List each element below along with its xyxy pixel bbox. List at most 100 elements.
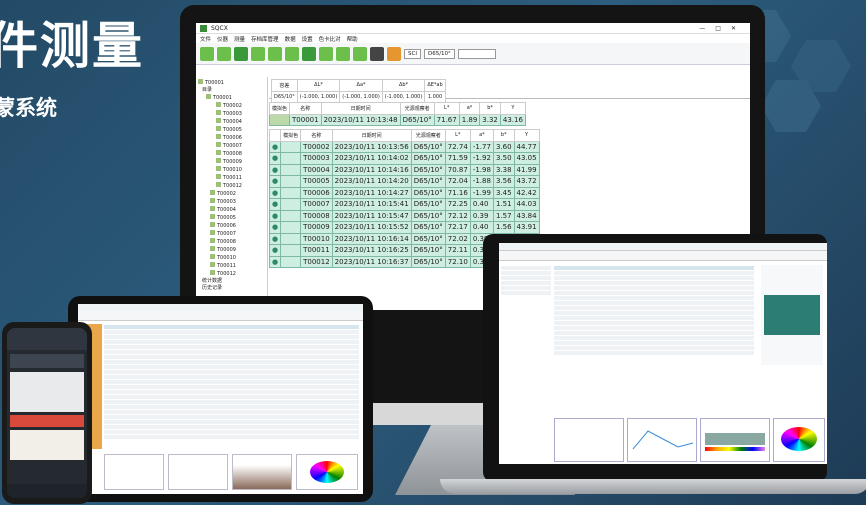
tree-item-label: T00007	[223, 143, 242, 149]
tablet-screen	[78, 304, 363, 494]
gradient-bar	[705, 433, 765, 445]
menu-archive[interactable]: 存档库管理	[251, 35, 279, 43]
tree-item[interactable]: T00002	[198, 102, 265, 110]
tree-item[interactable]: T00007	[198, 230, 265, 238]
row-status-icon: ●	[268, 186, 282, 199]
open-file-icon[interactable]	[217, 46, 231, 61]
menu-settings[interactable]: 设置	[302, 35, 313, 43]
tree-item[interactable]: T00001	[198, 94, 265, 102]
cell-Y: 43.72	[513, 175, 540, 188]
tree-item[interactable]: T00008	[198, 150, 265, 158]
tree-item[interactable]: T00003	[198, 110, 265, 118]
tree-item[interactable]: T00010	[198, 166, 265, 174]
cell-b: 3.56	[492, 175, 515, 188]
swatch-icon	[210, 198, 215, 203]
tree-item[interactable]: T00005	[198, 214, 265, 222]
print-icon[interactable]	[251, 46, 265, 61]
table-row[interactable]: ● T00004 2023/10/11 10:14:16 D65/10° 70.87 -1…	[268, 163, 540, 176]
swatch-icon	[216, 158, 221, 163]
cell-datetime: 2023/10/11 10:16:37	[331, 255, 412, 268]
chart-icon[interactable]	[353, 46, 367, 61]
tree-item[interactable]: T00002	[198, 190, 265, 198]
print-preview-icon[interactable]	[268, 46, 282, 61]
menu-file[interactable]: 文件	[200, 35, 211, 43]
rainbow-bar	[705, 447, 765, 451]
mode-select[interactable]: SCI	[404, 48, 421, 59]
save-icon[interactable]	[234, 46, 248, 61]
measure-icon[interactable]	[302, 46, 316, 61]
tree-item[interactable]: T00001	[198, 79, 265, 87]
cell-a: -1.98	[469, 163, 494, 176]
swatch-icon	[216, 110, 221, 115]
tree-item[interactable]: T00004	[198, 118, 265, 126]
laptop-screen	[499, 243, 827, 464]
row-status-icon: ●	[268, 140, 282, 153]
color-palette-icon[interactable]	[387, 46, 401, 61]
col-header: b*	[492, 129, 515, 142]
menu-instrument[interactable]: 仪器	[217, 35, 228, 43]
tree-item[interactable]: T00012	[198, 270, 265, 278]
table-row[interactable]: ● T00009 2023/10/11 10:15:52 D65/10° 72.17 0.…	[268, 221, 540, 234]
menu-measure[interactable]: 测量	[234, 35, 245, 43]
tablet-chart-ab	[104, 454, 164, 490]
cell-L: 72.04	[444, 175, 471, 188]
tree-item-label: T00010	[217, 255, 236, 261]
tree-item[interactable]: T00009	[198, 246, 265, 254]
cell-a: -1.92	[469, 152, 494, 165]
tablet-toolbar	[78, 311, 363, 321]
tree-item[interactable]: T00007	[198, 142, 265, 150]
cell-illum: D65/10°	[410, 255, 446, 268]
menu-color-compare[interactable]: 色卡比对	[319, 35, 341, 43]
new-file-icon[interactable]	[200, 46, 214, 61]
col-header: 日期时间	[320, 102, 401, 115]
tree-item-label: T00010	[223, 167, 242, 173]
cell-name: T00001	[289, 113, 322, 126]
menu-help[interactable]: 帮助	[347, 35, 358, 43]
window-controls[interactable]: —□✕	[699, 25, 746, 32]
tree-item-label: T00002	[223, 103, 242, 109]
cell-name: T00003	[300, 152, 333, 165]
tree-item-label: T00004	[217, 207, 236, 213]
title-bar: SQCX —□✕	[196, 23, 750, 34]
tree-item[interactable]: T00006	[198, 222, 265, 230]
table-row[interactable]: ● T00005 2023/10/11 10:14:20 D65/10° 72.04 -1…	[268, 175, 540, 188]
tree-item[interactable]: T00005	[198, 126, 265, 134]
swatch-icon	[198, 79, 203, 84]
table-row[interactable]: ● T00002 2023/10/11 10:13:56 D65/10° 72.74 -1…	[268, 140, 540, 153]
swatch-icon	[216, 166, 221, 171]
pdf-icon[interactable]	[285, 46, 299, 61]
laptop-result-block	[764, 295, 820, 335]
tree-item[interactable]: T00003	[198, 198, 265, 206]
cell-a: 0.39	[469, 209, 494, 222]
table-row[interactable]: ● T00003 2023/10/11 10:14:02 D65/10° 71.59 -1…	[268, 152, 540, 165]
illuminant-select[interactable]: D65/10°	[423, 48, 455, 59]
tol-value: D65/10°	[271, 90, 298, 103]
tree-item[interactable]: T00011	[198, 174, 265, 182]
laptop-lid	[483, 234, 827, 482]
tree-item[interactable]: T00012	[198, 182, 265, 190]
tree-item[interactable]: T00006	[198, 134, 265, 142]
tree-item[interactable]: 历史记录	[198, 285, 265, 292]
target-icon[interactable]	[336, 46, 350, 61]
search-input[interactable]	[457, 48, 496, 59]
tree-item[interactable]: T00004	[198, 206, 265, 214]
color-wheel-icon	[781, 427, 817, 451]
table-row[interactable]: ● T00007 2023/10/11 10:15:41 D65/10° 72.25 0.…	[268, 198, 540, 211]
tree-item[interactable]: 目录	[198, 87, 265, 94]
table-row[interactable]: ● T00008 2023/10/11 10:15:47 D65/10° 72.12 0.…	[268, 209, 540, 222]
menu-data[interactable]: 数据	[285, 35, 296, 43]
standard-row[interactable]: T00001 2023/10/11 10:13:48 D65/10° 71.67…	[268, 113, 526, 126]
delete-icon[interactable]	[370, 46, 384, 61]
tree-item[interactable]: T00009	[198, 158, 265, 166]
tree-item[interactable]: 统计数据	[198, 278, 265, 285]
tree-item[interactable]: T00010	[198, 254, 265, 262]
cell-L: 72.11	[444, 244, 471, 257]
tolerance-box: 容差 ΔL* Δa* Δb* ΔE*ab D65/10° (-1.000, 1.000)(…	[269, 77, 750, 103]
calibrate-icon[interactable]	[319, 46, 333, 61]
phone-data-card	[10, 372, 84, 412]
tree-item[interactable]: T00011	[198, 262, 265, 270]
phone-bottom-nav[interactable]	[7, 484, 87, 498]
table-row[interactable]: ● T00006 2023/10/11 10:14:27 D65/10° 71.16 -1…	[268, 186, 540, 199]
cell-name: T00012	[300, 255, 333, 268]
tree-item[interactable]: T00008	[198, 238, 265, 246]
